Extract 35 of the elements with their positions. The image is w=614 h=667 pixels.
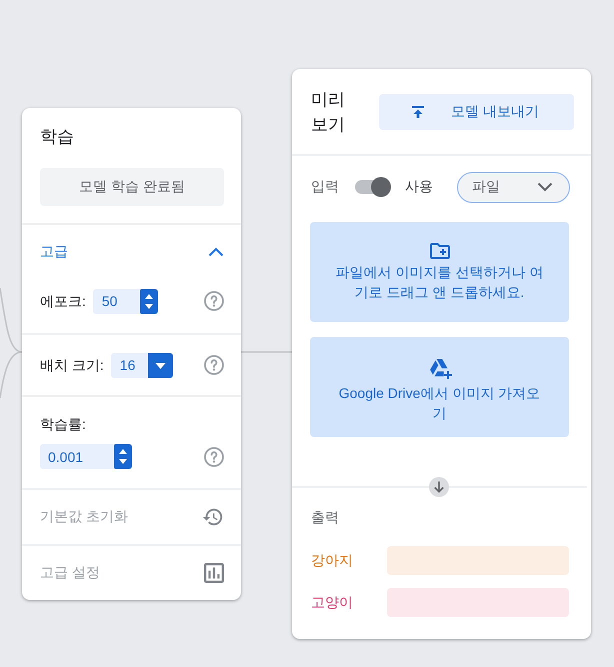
- help-icon[interactable]: [204, 446, 224, 466]
- panel-title: 학습: [40, 126, 75, 148]
- stepper-icon[interactable]: [140, 288, 158, 314]
- number-field[interactable]: 50: [92, 288, 158, 314]
- upload-icon: [411, 105, 425, 119]
- chevron-down-icon: [537, 182, 553, 192]
- file-upload-area[interactable]: 파일에서 이미지를 선택하거나 여기로 드래그 앤 드롭하세요.: [310, 222, 569, 322]
- connector-line: [241, 351, 292, 353]
- source-dropdown[interactable]: 파일: [457, 172, 570, 202]
- bar-chart-icon: [204, 563, 224, 583]
- chevron-up-icon: [208, 247, 224, 258]
- class-label: 고양이: [311, 594, 354, 612]
- panel-title: 미리 보기: [311, 89, 346, 136]
- field-label: 에포크:: [40, 292, 86, 310]
- arrow-down-icon: [429, 477, 449, 497]
- input-label: 입력: [311, 178, 339, 196]
- help-icon[interactable]: [204, 291, 224, 311]
- advanced-section-toggle[interactable]: 고급: [22, 225, 241, 279]
- enable-toggle[interactable]: [355, 177, 391, 197]
- toggle-label: 사용: [405, 178, 433, 196]
- field-label: 학습률:: [40, 415, 87, 433]
- folder-plus-icon: [430, 243, 450, 259]
- history-icon: [202, 506, 224, 528]
- export-model-button[interactable]: 모델 내보내기: [379, 94, 574, 130]
- stepper-icon[interactable]: [114, 444, 132, 469]
- drive-add-icon: [428, 358, 452, 380]
- help-icon[interactable]: [204, 355, 224, 375]
- drive-import-button[interactable]: Google Drive에서 이미지 가져오기: [310, 337, 569, 437]
- number-field[interactable]: 0.001: [40, 444, 132, 469]
- class-label: 강아지: [311, 552, 354, 570]
- connector-line: [0, 288, 22, 353]
- batch-size-dropdown[interactable]: 16: [110, 352, 173, 378]
- connector-line: [0, 351, 22, 398]
- output-label: 출력: [310, 508, 340, 527]
- field-label: 배치 크기:: [40, 356, 104, 374]
